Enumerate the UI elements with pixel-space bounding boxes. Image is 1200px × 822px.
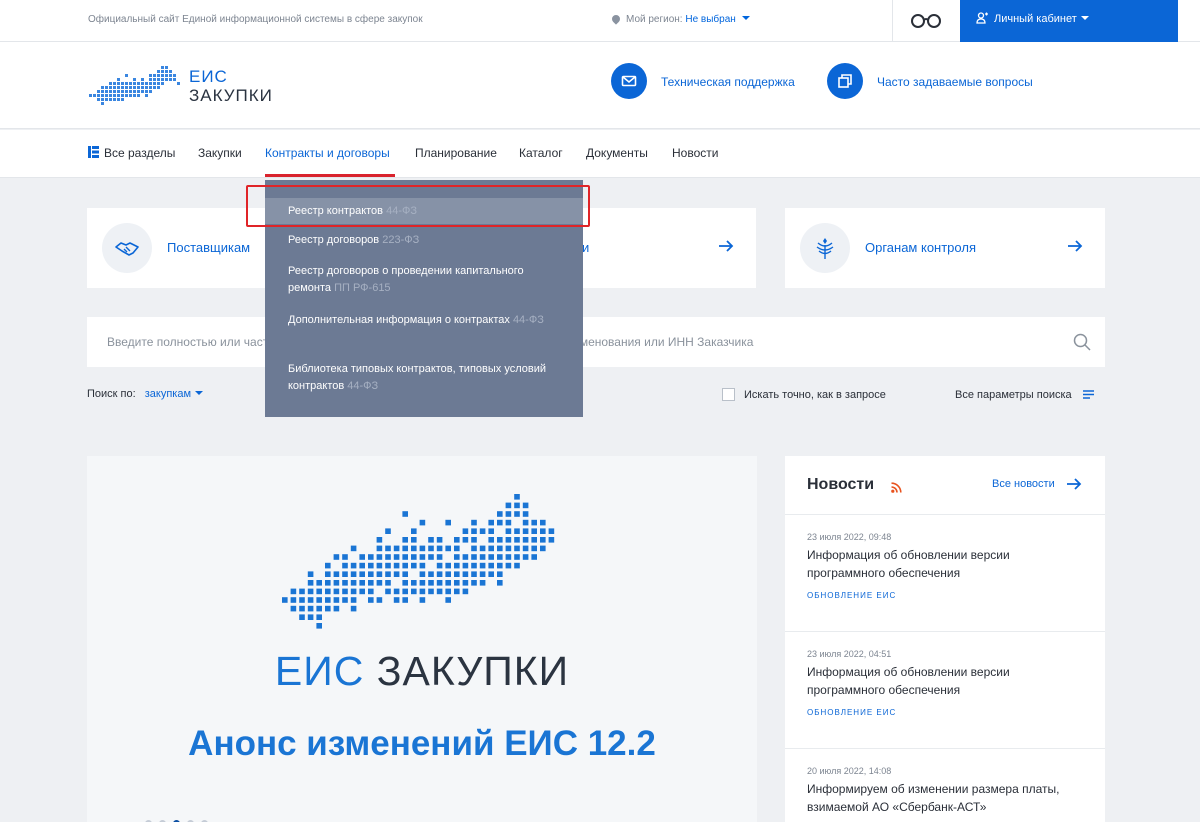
top-bar: Официальный сайт Единой информационной с… xyxy=(0,0,1200,42)
chevron-down-icon xyxy=(741,16,750,24)
search-icon[interactable] xyxy=(1073,333,1091,351)
news-text[interactable]: Информируем об изменении размера платы, … xyxy=(807,780,1087,816)
news-date: 23 июля 2022, 04:51 xyxy=(807,649,892,659)
nav-label: Все разделы xyxy=(104,146,176,160)
announcement-banner[interactable]: ЕИС ЗАКУПКИ Анонс изменений ЕИС 12.2 xyxy=(87,456,757,822)
tech-support-label: Техническая поддержка xyxy=(661,75,795,89)
logo-text-eis: ЕИС xyxy=(189,67,228,86)
region-value[interactable]: Не выбран xyxy=(685,14,735,25)
nav-item-planning[interactable]: Планирование xyxy=(415,146,497,160)
divider xyxy=(892,0,893,42)
menu-item-law: 44-ФЗ xyxy=(347,380,379,392)
banner-headline: Анонс изменений ЕИС 12.2 xyxy=(188,724,656,763)
news-date: 23 июля 2022, 09:48 xyxy=(807,532,892,542)
region-selector[interactable]: Мой регион: Не выбран xyxy=(610,13,750,25)
rss-icon[interactable] xyxy=(891,482,902,493)
menu-item-additional-info[interactable]: Дополнительная информация о контрактах 4… xyxy=(288,312,568,329)
personal-cabinet-button[interactable]: Личный кабинет xyxy=(960,0,1178,42)
chevron-down-icon xyxy=(1080,16,1089,24)
news-item[interactable]: 20 июля 2022, 14:08 Информируем об измен… xyxy=(807,766,1087,816)
glasses-icon[interactable] xyxy=(910,12,942,30)
search-box xyxy=(87,317,1105,367)
card-control-bodies[interactable]: Органам контроля xyxy=(785,208,1105,288)
card-suppliers-label: Поставщикам xyxy=(167,240,251,255)
faq-label: Часто задаваемые вопросы xyxy=(877,75,1033,89)
personal-cabinet-label: Личный кабинет xyxy=(994,13,1077,25)
news-tag[interactable]: ОБНОВЛЕНИЕ ЕИС xyxy=(807,591,1087,600)
copy-icon xyxy=(827,63,863,99)
all-news-link[interactable]: Все новости xyxy=(992,478,1082,490)
news-item[interactable]: 23 июля 2022, 09:48 Информация об обновл… xyxy=(807,532,1087,600)
arrow-right-icon xyxy=(1067,478,1082,490)
news-panel: Новости Все новости 23 июля 2022, 09:48 … xyxy=(785,456,1105,822)
news-tag[interactable]: ОБНОВЛЕНИЕ ЕИС xyxy=(807,708,1087,717)
news-date: 20 июля 2022, 14:08 xyxy=(807,766,892,776)
all-search-params-link[interactable]: Все параметры поиска xyxy=(955,389,1094,401)
nav-item-all-sections[interactable]: Все разделы xyxy=(88,146,175,160)
chevron-down-icon xyxy=(195,391,204,399)
exact-search-label: Искать точно, как в запросе xyxy=(744,389,886,401)
mail-icon xyxy=(611,63,647,99)
search-input[interactable] xyxy=(107,331,1067,353)
exact-search-option[interactable]: Искать точно, как в запросе xyxy=(722,388,886,401)
nav-item-contracts[interactable]: Контракты и договоры xyxy=(265,146,390,160)
search-by-label: Поиск по: xyxy=(87,388,136,400)
menu-item-agreements-registry[interactable]: Реестр договоров 223-ФЗ xyxy=(288,232,568,249)
card-partial-label: и xyxy=(582,240,590,255)
header: ЕИС ЗАКУПКИ Техническая поддержка Часто … xyxy=(0,42,1200,129)
nav-item-news[interactable]: Новости xyxy=(672,146,718,160)
active-nav-underline xyxy=(265,174,395,177)
divider xyxy=(785,748,1105,749)
filter-lines-icon xyxy=(1082,390,1094,399)
nav-item-catalog[interactable]: Каталог xyxy=(519,146,563,160)
sections-icon xyxy=(88,146,99,158)
menu-item-label: Реестр договоров о проведении капитально… xyxy=(288,265,524,294)
card-control-label: Органам контроля xyxy=(865,240,976,255)
news-text[interactable]: Информация об обновлении версии программ… xyxy=(807,546,1087,582)
banner-brand-eis: ЕИС xyxy=(274,648,365,694)
nav-item-zakupki[interactable]: Закупки xyxy=(198,146,242,160)
arrow-right-icon xyxy=(719,240,734,252)
search-by-select[interactable]: закупкам xyxy=(144,388,204,400)
location-pin-icon xyxy=(610,13,622,25)
search-by-value: закупкам xyxy=(144,388,192,400)
banner-brand-zakupki: ЗАКУПКИ xyxy=(376,648,570,694)
region-label: Мой регион: xyxy=(626,14,683,25)
divider xyxy=(785,631,1105,632)
search-by: Поиск по: закупкам xyxy=(87,388,204,400)
nav-item-documents[interactable]: Документы xyxy=(586,146,648,160)
slider-dots xyxy=(145,814,215,822)
news-item[interactable]: 23 июля 2022, 04:51 Информация об обновл… xyxy=(807,649,1087,717)
russia-map-illustration xyxy=(282,494,555,629)
arrow-right-icon xyxy=(1068,240,1083,252)
menu-item-capital-repair-registry[interactable]: Реестр договоров о проведении капитально… xyxy=(288,263,568,297)
divider xyxy=(785,514,1105,515)
handshake-icon xyxy=(102,223,152,273)
banner-brand: ЕИС ЗАКУПКИ xyxy=(87,648,757,695)
emblem-icon xyxy=(800,223,850,273)
menu-item-law: 223-ФЗ xyxy=(382,234,420,246)
all-search-params-label: Все параметры поиска xyxy=(955,389,1072,401)
menu-item-label: Реестр договоров xyxy=(288,234,380,246)
highlight-annotation-box xyxy=(246,185,590,227)
menu-item-label: Дополнительная информация о контрактах xyxy=(288,314,510,326)
all-news-label: Все новости xyxy=(992,478,1055,490)
menu-item-law: 44-ФЗ xyxy=(512,314,544,326)
menu-item-law: ПП РФ-615 xyxy=(334,282,391,294)
exact-search-checkbox[interactable] xyxy=(722,388,735,401)
menu-item-label: Библиотека типовых контрактов, типовых у… xyxy=(288,363,546,392)
news-title: Новости xyxy=(807,476,875,493)
news-text[interactable]: Информация об обновлении версии программ… xyxy=(807,663,1087,699)
eis-logo[interactable]: ЕИС ЗАКУПКИ xyxy=(88,64,288,110)
user-icon xyxy=(976,12,988,24)
main-nav: Все разделы Закупки Контракты и договоры… xyxy=(0,130,1200,178)
menu-item-template-library[interactable]: Библиотека типовых контрактов, типовых у… xyxy=(288,361,568,395)
logo-text-zakupki: ЗАКУПКИ xyxy=(189,86,273,105)
russia-map-icon xyxy=(89,66,180,105)
site-description: Официальный сайт Единой информационной с… xyxy=(88,14,423,25)
